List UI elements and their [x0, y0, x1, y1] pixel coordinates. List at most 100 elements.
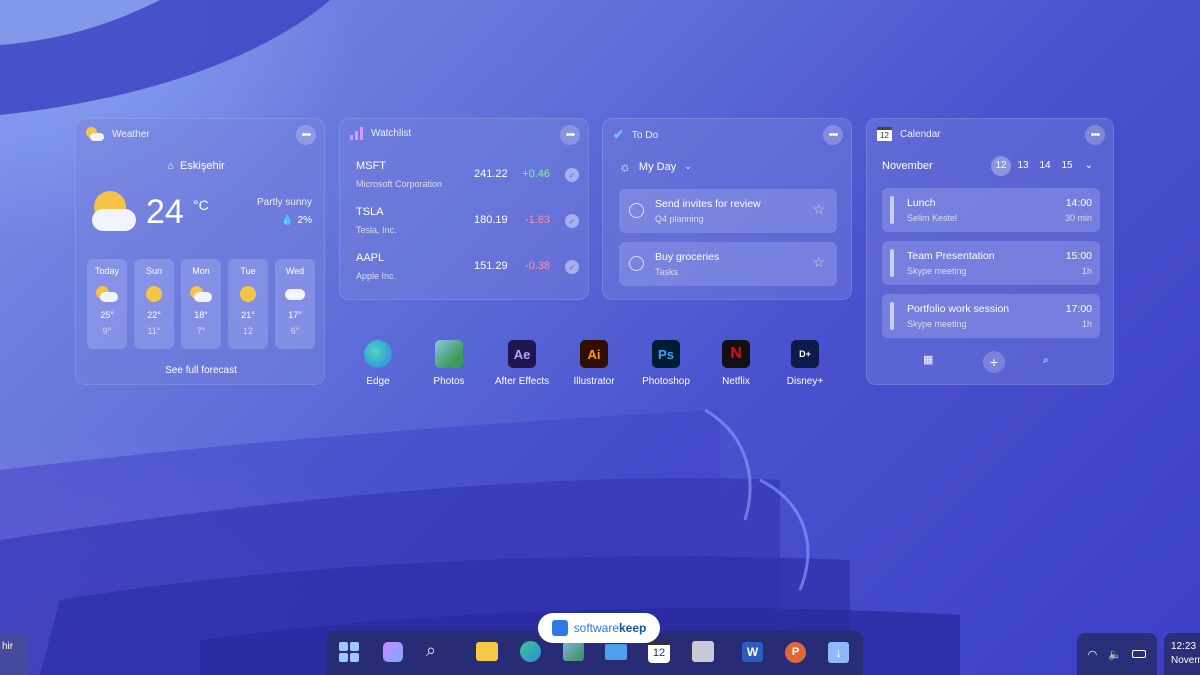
forecast-high: 22°	[147, 310, 161, 320]
wifi-icon[interactable]: ◠	[1088, 648, 1098, 661]
task-title: Buy groceries	[655, 251, 720, 263]
battery-icon[interactable]	[1132, 650, 1147, 658]
my-day-dropdown[interactable]: ☼ My Day ⌄	[619, 159, 692, 174]
watchlist-more-button[interactable]: •••	[560, 125, 580, 145]
file-explorer-icon[interactable]	[476, 642, 498, 661]
photos-icon[interactable]	[563, 642, 584, 661]
task-card[interactable]: Send invites for review Q4 planning ☆	[619, 189, 837, 233]
softwarekeep-logo-icon	[551, 620, 568, 636]
start-button-icon[interactable]	[339, 642, 359, 662]
stock-price: 151.29	[474, 260, 508, 272]
checkmark-icon[interactable]: ✓	[565, 214, 579, 228]
stock-name: Microsoft Corporation	[356, 179, 443, 189]
media-player-icon[interactable]	[692, 641, 714, 662]
edge-icon[interactable]	[520, 641, 541, 662]
forecast-high: 18°	[194, 310, 208, 320]
app-shortcut[interactable]: Ae After Effects	[487, 340, 557, 387]
stock-price: 180.19	[474, 214, 508, 226]
add-event-icon[interactable]: +	[983, 351, 1005, 373]
weather-more-button[interactable]: •••	[296, 125, 316, 145]
word-icon[interactable]: W	[742, 642, 763, 662]
event-time: 15:00	[1065, 250, 1092, 262]
forecast-day-name: Today	[94, 266, 120, 276]
app-shortcut[interactable]: Ps Photoshop	[631, 340, 701, 387]
stock-name: Tesla, Inc.	[356, 225, 397, 235]
app-shortcut[interactable]: Ai Illustrator	[559, 340, 629, 387]
forecast-low: 11°	[147, 326, 161, 336]
todo-more-button[interactable]: •••	[823, 125, 843, 145]
partly-sunny-icon	[181, 286, 221, 302]
calendar-day[interactable]: 13	[1013, 156, 1033, 176]
widgets-icon[interactable]	[383, 642, 403, 662]
watchlist-widget[interactable]: Watchlist ••• MSFT Microsoft Corporation…	[339, 118, 589, 300]
event-color-bar	[890, 302, 894, 330]
forecast-high: 17°	[288, 310, 302, 320]
forecast-day[interactable]: Mon 18° 7°	[181, 259, 221, 349]
stock-row[interactable]: TSLA Tesla, Inc. 180.19 -1.63 ✓	[340, 206, 590, 242]
event-subtitle: Skype meeting	[907, 266, 967, 276]
checkmark-icon[interactable]: ✓	[565, 168, 579, 182]
temperature-unit: °C	[193, 197, 209, 213]
forecast-day-name: Wed	[285, 266, 305, 276]
illustrator-icon: Ai	[580, 340, 608, 368]
clock-time: 12:23	[1171, 641, 1197, 652]
calendar-view-icon[interactable]: ▦	[923, 353, 933, 366]
forecast-day[interactable]: Tue 21° 12	[228, 259, 268, 349]
task-complete-checkbox[interactable]	[629, 256, 644, 271]
home-icon: ⌂	[168, 160, 175, 172]
calendar-widget[interactable]: 12 Calendar ••• November 12 13 14 15 ⌄ L…	[866, 118, 1114, 385]
forecast-day[interactable]: Wed 17° 6°	[275, 259, 315, 349]
event-title: Portfolio work session	[907, 303, 1010, 315]
after-effects-icon: Ae	[508, 340, 536, 368]
calendar-day[interactable]: 12	[991, 156, 1011, 176]
task-subtitle: Tasks	[655, 267, 679, 277]
stock-row[interactable]: MSFT Microsoft Corporation 241.22 +0.46 …	[340, 160, 590, 196]
calendar-icon[interactable]: 12	[648, 641, 670, 663]
location-label: Eskişehir	[180, 160, 225, 172]
watchlist-title: Watchlist	[371, 128, 412, 139]
stock-price: 241.22	[474, 168, 508, 180]
search-icon[interactable]: ⌕	[426, 640, 450, 664]
app-label: Edge	[366, 376, 390, 387]
weather-location[interactable]: ⌂ Eskişehir	[168, 160, 225, 172]
partly-sunny-icon	[87, 286, 127, 302]
powerpoint-icon[interactable]: P	[785, 642, 806, 663]
volume-icon[interactable]: 🔈	[1108, 648, 1122, 661]
search-icon[interactable]: ⌕	[1043, 355, 1049, 366]
chevron-down-icon: ⌄	[684, 161, 692, 171]
calendar-event[interactable]: Team Presentation Skype meeting 15:00 1h	[882, 241, 1100, 285]
calendar-event[interactable]: Lunch Selim Kestel 14:00 30 min	[882, 188, 1100, 232]
calendar-day[interactable]: 14	[1035, 156, 1055, 176]
forecast-day[interactable]: Today 25° 9°	[87, 259, 127, 349]
weather-widget[interactable]: Weather ••• ⌂ Eskişehir 24 °C Partly sun…	[75, 118, 325, 385]
mail-icon[interactable]	[605, 644, 627, 660]
app-shortcut[interactable]: Photos	[414, 340, 484, 387]
app-shortcut[interactable]: e Edge	[343, 340, 413, 387]
taskbar-left-widget[interactable]: hir	[0, 633, 27, 675]
event-duration: 30 min	[1064, 213, 1092, 223]
star-icon[interactable]: ☆	[812, 201, 825, 218]
app-shortcut[interactable]: D+ Disney+	[770, 340, 840, 387]
forecast-low: 9°	[102, 326, 112, 336]
system-tray[interactable]: ◠ 🔈	[1077, 633, 1157, 675]
calendar-event[interactable]: Portfolio work session Skype meeting 17:…	[882, 294, 1100, 338]
chevron-down-icon[interactable]: ⌄	[1079, 156, 1099, 176]
download-icon[interactable]: ↓	[828, 642, 849, 663]
stock-ticker: AAPL	[356, 252, 385, 264]
star-icon[interactable]: ☆	[812, 254, 825, 271]
calendar-day[interactable]: 15	[1057, 156, 1077, 176]
see-full-forecast-link[interactable]: See full forecast	[76, 365, 326, 376]
event-time: 14:00	[1065, 197, 1092, 209]
sun-icon: ☼	[619, 159, 631, 174]
task-card[interactable]: Buy groceries Tasks ☆	[619, 242, 837, 286]
checkmark-icon[interactable]: ✓	[565, 260, 579, 274]
task-complete-checkbox[interactable]	[629, 203, 644, 218]
todo-widget[interactable]: ✔ To Do ••• ☼ My Day ⌄ Send invites for …	[602, 118, 852, 300]
stock-row[interactable]: AAPL Apple Inc. 151.29 -0.38 ✓	[340, 252, 590, 288]
taskbar-clock[interactable]: 12:23 Novem	[1164, 633, 1200, 675]
weather-condition: Partly sunny	[256, 197, 312, 208]
app-shortcut[interactable]: N Netflix	[701, 340, 771, 387]
calendar-more-button[interactable]: •••	[1085, 125, 1105, 145]
forecast-low: 7°	[196, 326, 206, 336]
forecast-day[interactable]: Sun 22° 11°	[134, 259, 174, 349]
